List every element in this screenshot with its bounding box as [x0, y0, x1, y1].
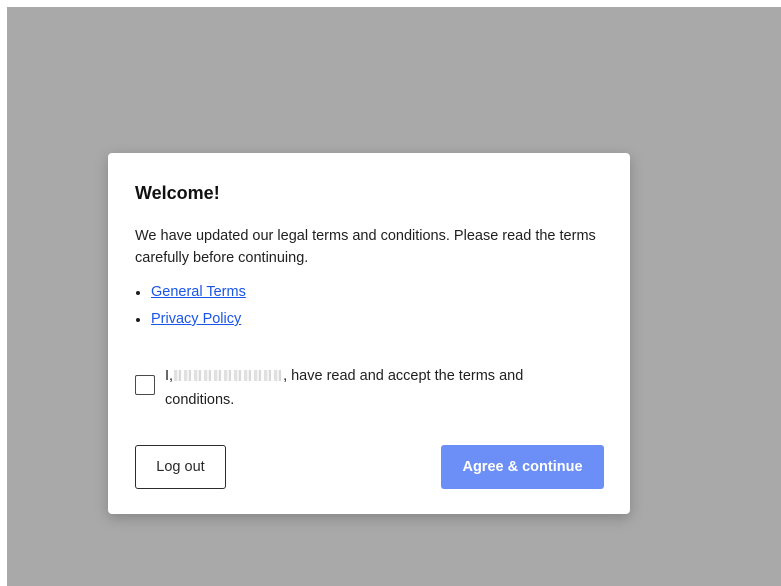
consent-row: I,, have read and accept the terms and c… — [135, 364, 604, 410]
general-terms-link[interactable]: General Terms — [151, 284, 246, 300]
dialog-intro-text: We have updated our legal terms and cond… — [135, 228, 596, 266]
list-item: General Terms — [135, 279, 604, 306]
legal-links-list: General Terms Privacy Policy — [135, 279, 604, 333]
consent-label[interactable]: I,, have read and accept the terms and c… — [165, 364, 585, 412]
list-item: Privacy Policy — [135, 306, 604, 333]
consent-prefix: I, — [165, 368, 174, 384]
log-out-button[interactable]: Log out — [135, 445, 226, 489]
privacy-policy-link[interactable]: Privacy Policy — [151, 311, 241, 327]
agree-continue-button[interactable]: Agree & continue — [441, 445, 604, 489]
dialog-title: Welcome! — [135, 183, 220, 203]
redacted-username — [174, 370, 283, 381]
dialog-actions: Log out Agree & continue — [135, 445, 604, 489]
bullet-icon — [136, 291, 140, 295]
bullet-icon — [136, 318, 140, 322]
accept-terms-checkbox[interactable] — [135, 375, 155, 395]
